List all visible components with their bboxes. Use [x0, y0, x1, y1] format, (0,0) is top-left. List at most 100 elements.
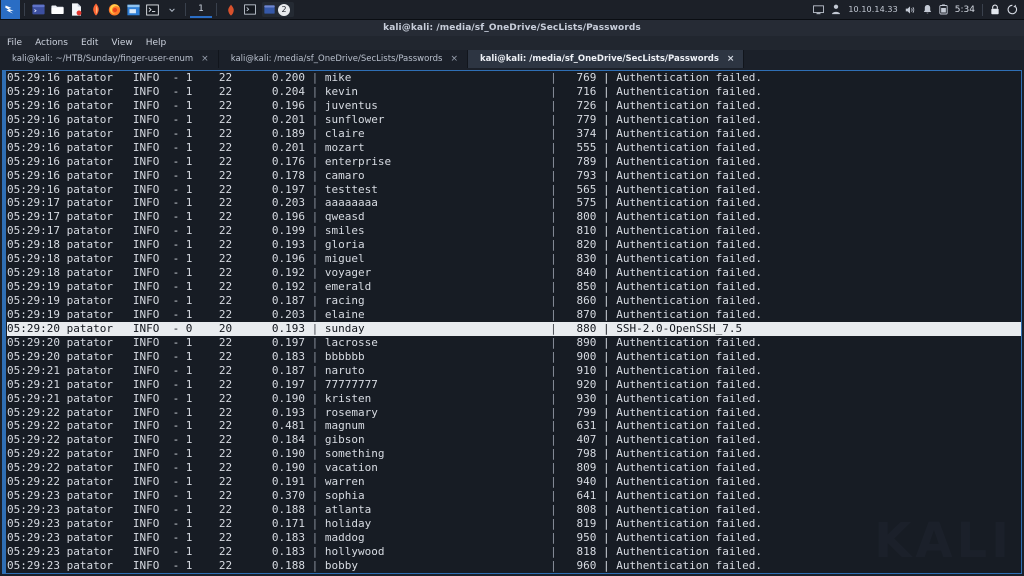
- log-tail: 930 | Authentication failed.: [556, 391, 762, 405]
- terminal2-icon[interactable]: [124, 0, 143, 19]
- battery-icon[interactable]: [939, 4, 948, 15]
- tab-passwords-1[interactable]: kali@kali: /media/sf_OneDrive/SecLists/P…: [218, 50, 468, 68]
- log-pipe: |: [550, 489, 557, 503]
- terminal-task[interactable]: 2: [262, 2, 294, 17]
- log-tail: 575 | Authentication failed.: [556, 196, 762, 210]
- log-pipe: |: [311, 489, 325, 503]
- log-candidate: smiles: [324, 224, 551, 238]
- tab-close-icon[interactable]: ×: [201, 54, 209, 64]
- log-tail: 870 | Authentication failed.: [556, 307, 762, 321]
- document-icon[interactable]: [67, 0, 86, 19]
- log-tail: 809 | Authentication failed.: [556, 461, 762, 475]
- menu-edit[interactable]: Edit: [81, 38, 98, 48]
- power-icon[interactable]: [1007, 4, 1018, 15]
- log-pipe: |: [311, 266, 325, 280]
- window-titlebar[interactable]: kali@kali: /media/sf_OneDrive/SecLists/P…: [0, 19, 1024, 36]
- log-pipe: |: [311, 391, 325, 405]
- menu-view[interactable]: View: [111, 38, 132, 48]
- log-pipe: |: [311, 98, 325, 112]
- lock-icon[interactable]: [990, 4, 1000, 15]
- terminal-output-area[interactable]: KALI 05:29:16 patator INFO - 1 22 0.200 …: [2, 70, 1022, 574]
- log-prefix: 05:29:22 patator INFO - 1 22 0.193: [7, 405, 312, 419]
- log-prefix: 05:29:16 patator INFO - 1 22 0.204: [7, 84, 312, 98]
- terminal-line: 05:29:23 patator INFO - 1 22 0.188 | atl…: [7, 503, 1021, 517]
- log-pipe: |: [550, 98, 557, 112]
- log-candidate: hollywood: [324, 544, 551, 558]
- terminal-line: 05:29:16 patator INFO - 1 22 0.178 | cam…: [7, 169, 1021, 183]
- log-tail: 726 | Authentication failed.: [556, 98, 762, 112]
- log-pipe: |: [311, 461, 325, 475]
- terminal-prompt-icon[interactable]: [143, 0, 162, 19]
- terminal-window: kali@kali: /media/sf_OneDrive/SecLists/P…: [0, 19, 1024, 576]
- menu-file[interactable]: File: [7, 38, 22, 48]
- log-prefix: 05:29:22 patator INFO - 1 22 0.191: [7, 475, 312, 489]
- log-tail: 820 | Authentication failed.: [556, 238, 762, 252]
- terminal-line: 05:29:19 patator INFO - 1 22 0.203 | ela…: [7, 308, 1021, 322]
- terminal-line: 05:29:16 patator INFO - 1 22 0.201 | sun…: [7, 113, 1021, 127]
- ip-address: 10.10.14.33: [848, 5, 898, 14]
- log-candidate: maddog: [324, 530, 551, 544]
- terminal-icon[interactable]: [29, 0, 48, 19]
- terminal-scrollbar[interactable]: [3, 71, 6, 573]
- log-tail: 940 | Authentication failed.: [556, 475, 762, 489]
- log-prefix: 05:29:16 patator INFO - 1 22 0.189: [7, 126, 312, 140]
- log-candidate: sophia: [324, 489, 551, 503]
- log-tail: 920 | Authentication failed.: [556, 377, 762, 391]
- log-prefix: 05:29:17 patator INFO - 1 22 0.203: [7, 196, 312, 210]
- log-tail: 716 | Authentication failed.: [556, 84, 762, 98]
- tab-bar: kali@kali: ~/HTB/Sunday/finger-user-enum…: [0, 50, 1024, 68]
- log-prefix: 05:29:16 patator INFO - 1 22 0.176: [7, 154, 312, 168]
- log-prefix: 05:29:22 patator INFO - 1 22 0.190: [7, 447, 312, 461]
- terminal-line: 05:29:22 patator INFO - 1 22 0.481 | mag…: [7, 419, 1021, 433]
- terminal-line: 05:29:19 patator INFO - 1 22 0.192 | eme…: [7, 280, 1021, 294]
- log-pipe: |: [550, 503, 557, 517]
- log-candidate: vacation: [324, 461, 551, 475]
- terminal-line: 05:29:16 patator INFO - 1 22 0.197 | tes…: [7, 183, 1021, 197]
- log-tail: 860 | Authentication failed.: [556, 294, 762, 307]
- tab-passwords-2[interactable]: kali@kali: /media/sf_OneDrive/SecLists/P…: [468, 50, 745, 68]
- log-prefix: 05:29:19 patator INFO - 1 22 0.187: [7, 294, 312, 307]
- burp-suite-icon[interactable]: [86, 0, 105, 19]
- log-prefix: 05:29:23 patator INFO - 1 22 0.370: [7, 489, 312, 503]
- log-candidate: aaaaaaaa: [324, 196, 551, 210]
- tab-close-icon[interactable]: ×: [450, 54, 458, 64]
- terminal-line: 05:29:18 patator INFO - 1 22 0.196 | mig…: [7, 252, 1021, 266]
- burp-window-button[interactable]: [221, 0, 240, 19]
- volume-icon[interactable]: [905, 5, 916, 15]
- log-candidate: mozart: [324, 140, 551, 154]
- log-pipe: |: [311, 503, 325, 517]
- task-badge: 2: [278, 3, 290, 16]
- log-tail: 890 | Authentication failed.: [556, 335, 762, 349]
- log-candidate: gibson: [324, 433, 551, 447]
- log-prefix: 05:29:16 patator INFO - 1 22 0.200: [7, 71, 312, 84]
- menu-actions[interactable]: Actions: [35, 38, 68, 48]
- log-prefix: 05:29:21 patator INFO - 1 22 0.197: [7, 377, 312, 391]
- terminal-line: 05:29:16 patator INFO - 1 22 0.204 | kev…: [7, 85, 1021, 99]
- log-candidate: bobby: [324, 558, 551, 572]
- chevron-down-icon[interactable]: [162, 0, 181, 19]
- log-pipe: |: [311, 84, 325, 98]
- log-prefix: 05:29:18 patator INFO - 1 22 0.196: [7, 252, 312, 266]
- folder-icon[interactable]: [48, 0, 67, 19]
- vpn-icon[interactable]: [831, 4, 841, 15]
- log-tail: 779 | Authentication failed.: [556, 112, 762, 126]
- display-icon[interactable]: [813, 4, 825, 15]
- log-tail: 407 | Authentication failed.: [556, 433, 762, 447]
- log-pipe: |: [311, 363, 325, 377]
- terminal-window-button[interactable]: [240, 0, 259, 19]
- bell-icon[interactable]: [923, 4, 932, 15]
- log-candidate: gloria: [324, 238, 551, 252]
- kali-menu-icon[interactable]: [1, 0, 20, 19]
- clock: 5:34: [954, 4, 975, 15]
- log-prefix: 05:29:23 patator INFO - 1 22 0.188: [7, 558, 312, 572]
- firefox-icon[interactable]: [105, 0, 124, 19]
- menu-help[interactable]: Help: [146, 38, 167, 48]
- log-prefix: 05:29:21 patator INFO - 1 22 0.187: [7, 363, 312, 377]
- log-candidate: testtest: [324, 182, 551, 196]
- workspace-switcher[interactable]: 1: [190, 1, 212, 18]
- log-pipe: |: [311, 349, 325, 363]
- tab-finger-user-enum[interactable]: kali@kali: ~/HTB/Sunday/finger-user-enum…: [0, 50, 219, 68]
- tab-close-icon[interactable]: ×: [727, 54, 735, 64]
- log-pipe: |: [311, 112, 325, 126]
- log-candidate: qweasd: [324, 210, 551, 224]
